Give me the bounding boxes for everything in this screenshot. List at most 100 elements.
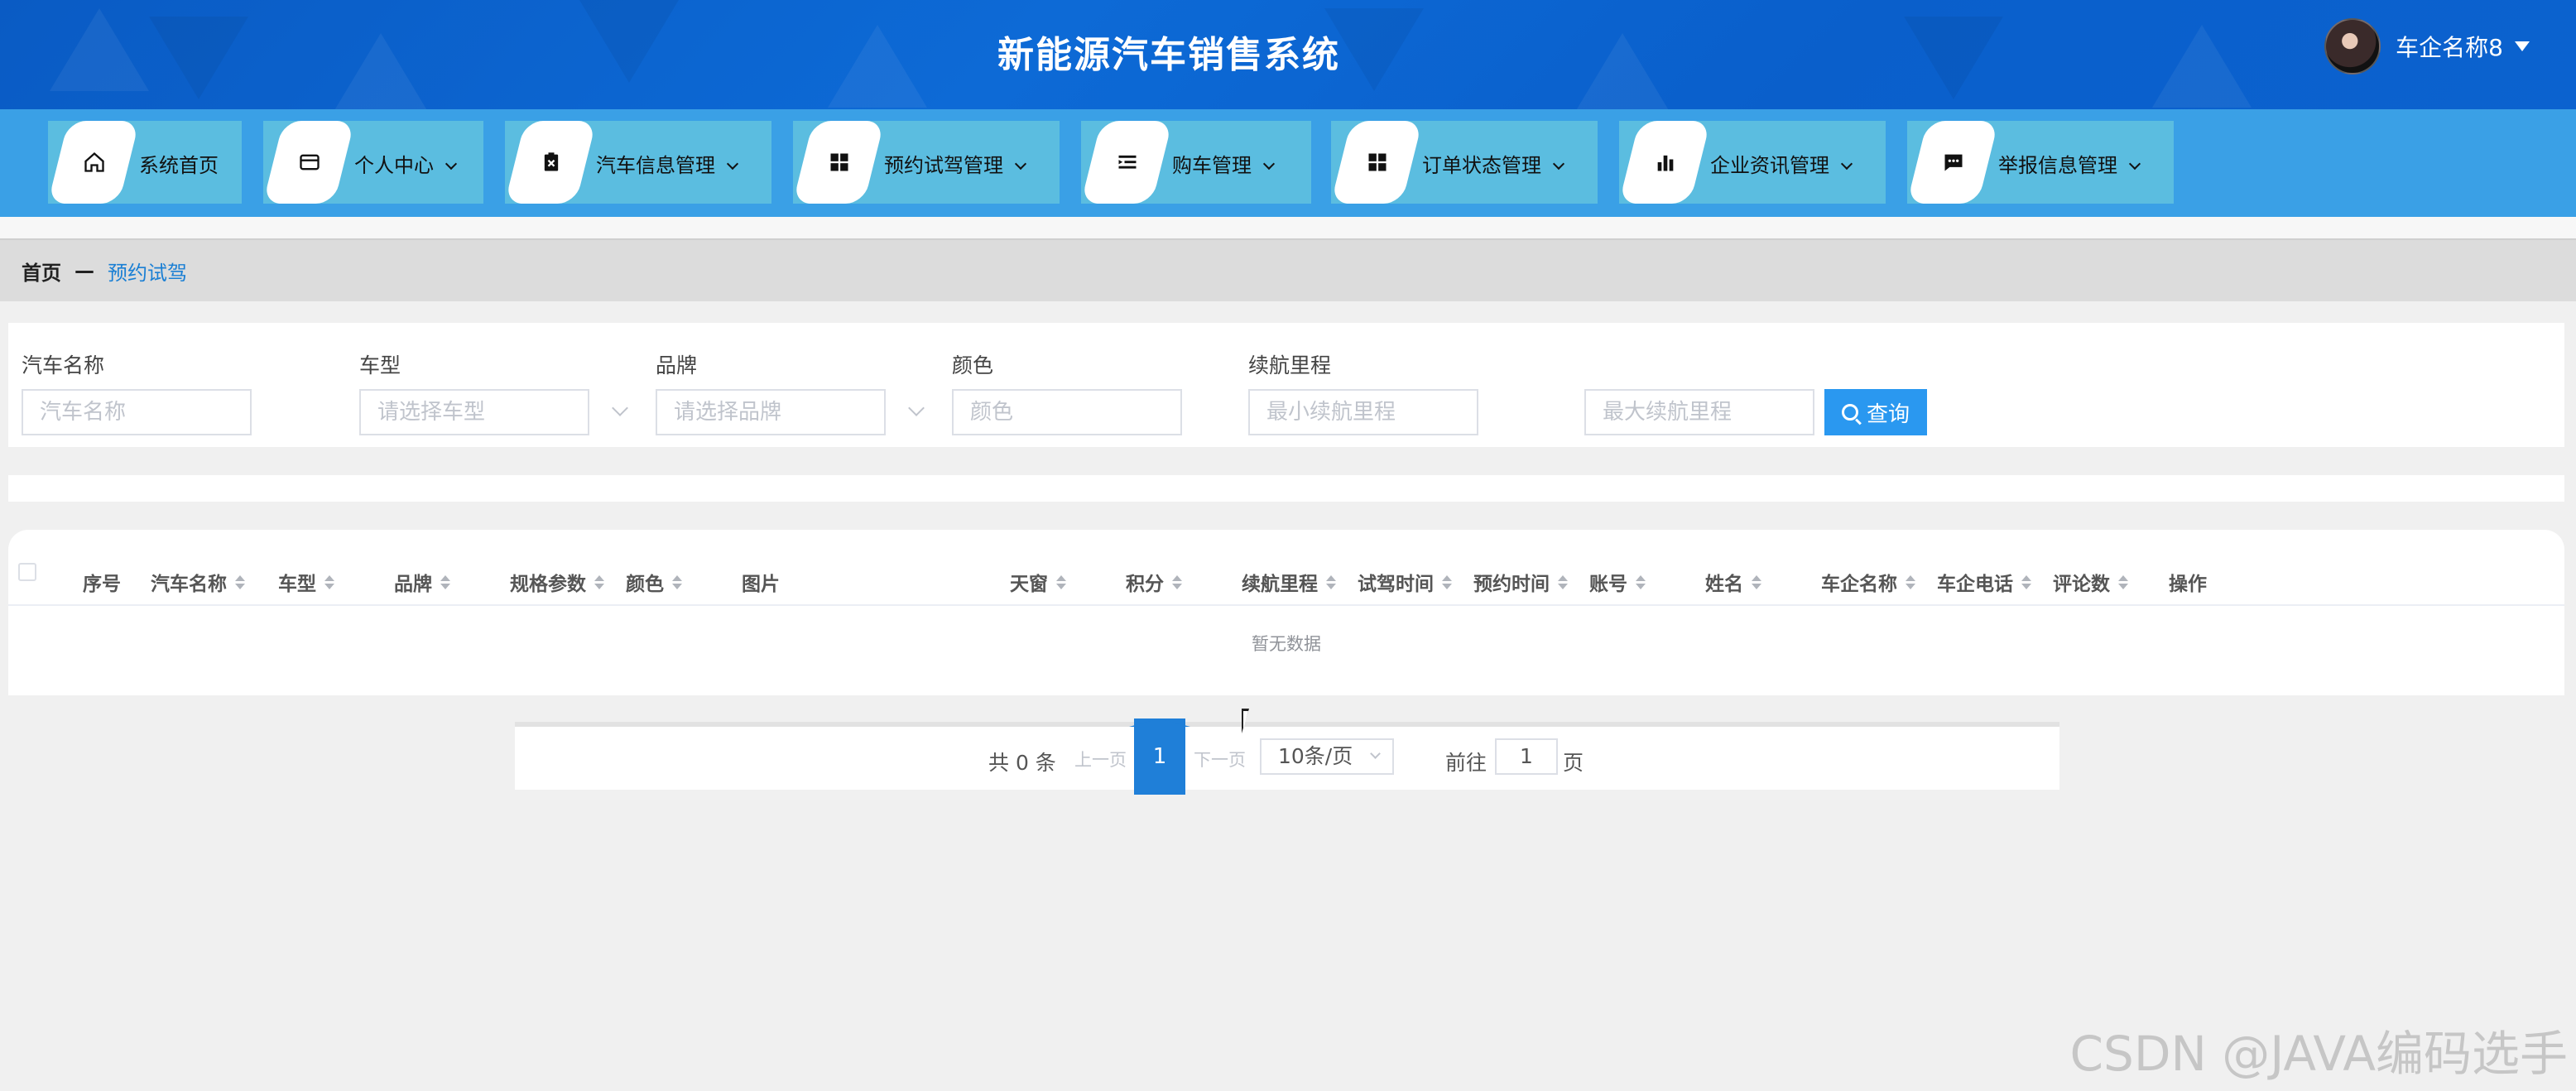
nav-label: 举报信息管理 <box>1998 149 2141 178</box>
nav-item-home[interactable]: 系统首页 <box>48 121 242 204</box>
sort-icon[interactable] <box>235 574 245 589</box>
sort-icon[interactable] <box>1558 574 1568 589</box>
user-menu[interactable]: 车企名称8 <box>2324 18 2530 74</box>
nav-item-news[interactable]: 企业资讯管理 <box>1619 121 1886 204</box>
sort-icon[interactable] <box>440 574 450 589</box>
sort-icon[interactable] <box>2118 574 2128 589</box>
breadcrumb-current: 预约试驾 <box>108 261 187 285</box>
car-name-input[interactable]: 汽车名称 <box>22 389 252 435</box>
field-label: 汽车名称 <box>22 353 105 377</box>
query-label: 查询 <box>1866 401 1910 427</box>
wallet-icon <box>296 149 323 175</box>
sort-icon[interactable] <box>672 574 682 589</box>
column-header[interactable]: 品牌 <box>394 568 450 596</box>
user-name[interactable]: 车企名称8 <box>2396 30 2503 63</box>
column-header[interactable]: 续航里程 <box>1242 568 1336 596</box>
goto-label: 前往 <box>1445 751 1487 775</box>
page-number-current[interactable]: 1 <box>1129 719 1190 795</box>
field-label: 颜色 <box>952 353 994 377</box>
sort-icon[interactable] <box>1442 574 1452 589</box>
nav-item-car-info[interactable]: 汽车信息管理 <box>505 121 771 204</box>
page-size-select[interactable]: 10条/页 <box>1260 738 1394 775</box>
column-header[interactable]: 规格参数 <box>510 568 604 596</box>
nav-item-personal[interactable]: 个人中心 <box>263 121 483 204</box>
watermark: CSDN @JAVA编码选手 <box>2069 1026 2569 1082</box>
field-label: 品牌 <box>656 353 698 377</box>
clipboard-x-icon <box>538 149 565 175</box>
sort-icon[interactable] <box>2021 574 2031 589</box>
sort-icon[interactable] <box>324 574 334 589</box>
car-type-select[interactable]: 请选择车型 <box>359 389 589 435</box>
action-toolbar <box>8 475 2564 502</box>
app-header: 新能源汽车销售系统 车企名称8 <box>0 0 2576 109</box>
chevron-down-icon <box>726 157 739 171</box>
sort-icon[interactable] <box>1172 574 1182 589</box>
mouse-cursor-icon <box>1242 709 1257 733</box>
chevron-down-icon <box>1262 157 1276 171</box>
range-max-input[interactable]: 最大续航里程 <box>1584 389 1814 435</box>
column-header[interactable]: 姓名 <box>1705 568 1761 596</box>
caret-down-icon[interactable] <box>2515 41 2530 51</box>
sort-icon[interactable] <box>1906 574 1915 589</box>
page-suffix: 页 <box>1563 751 1584 775</box>
sort-icon[interactable] <box>1326 574 1336 589</box>
main-nav: 系统首页 个人中心 汽车信息管理 预约试驾管理 购车管理 订单状态管理 企业资讯… <box>0 109 2576 217</box>
column-header[interactable]: 车型 <box>278 568 334 596</box>
column-header[interactable]: 积分 <box>1126 568 1182 596</box>
next-page-button[interactable]: 下一页 <box>1194 747 1246 771</box>
brand-select[interactable]: 请选择品牌 <box>656 389 886 435</box>
avatar[interactable] <box>2324 18 2381 74</box>
data-table: 序号 汽车名称 车型 品牌 规格参数 颜色 图片 天窗 积分 续航里程 试驾时间… <box>8 530 2564 695</box>
nav-label: 汽车信息管理 <box>596 149 739 178</box>
sort-icon[interactable] <box>1636 574 1646 589</box>
column-header[interactable]: 车企名称 <box>1821 568 1915 596</box>
nav-divider <box>0 217 2576 238</box>
search-panel: 汽车名称 汽车名称 车型 请选择车型 品牌 请选择品牌 颜色 颜色 续航里程 最… <box>8 323 2564 447</box>
nav-item-order-status[interactable]: 订单状态管理 <box>1331 121 1598 204</box>
column-header: 图片 <box>742 574 780 595</box>
column-header[interactable]: 颜色 <box>626 568 682 596</box>
nav-label: 系统首页 <box>139 154 219 177</box>
chevron-down-icon <box>1840 157 1853 171</box>
nav-item-test-drive[interactable]: 预约试驾管理 <box>793 121 1060 204</box>
column-header[interactable]: 评论数 <box>2053 568 2128 596</box>
sort-icon[interactable] <box>1056 574 1066 589</box>
prev-page-button[interactable]: 上一页 <box>1074 747 1127 771</box>
empty-state: 暂无数据 <box>1252 634 1321 654</box>
chevron-down-icon[interactable] <box>612 400 628 416</box>
chevron-down-icon <box>1370 748 1381 759</box>
goto-page-input[interactable]: 1 <box>1495 738 1558 775</box>
table-header: 序号 汽车名称 车型 品牌 规格参数 颜色 图片 天窗 积分 续航里程 试驾时间… <box>8 560 2564 606</box>
field-label: 续航里程 <box>1248 353 1332 377</box>
sort-icon[interactable] <box>1752 574 1761 589</box>
column-header: 序号 <box>83 574 121 595</box>
nav-item-purchase[interactable]: 购车管理 <box>1081 121 1311 204</box>
bar-chart-icon <box>1652 149 1679 175</box>
chevron-down-icon <box>1014 157 1027 171</box>
chevron-down-icon[interactable] <box>908 400 925 416</box>
sort-icon[interactable] <box>594 574 604 589</box>
pagination: 共 0 条 上一页 1 下一页 10条/页 前往 1 页 <box>515 719 2059 795</box>
nav-label: 购车管理 <box>1172 149 1276 178</box>
column-header[interactable]: 账号 <box>1589 568 1646 596</box>
chevron-down-icon <box>1552 157 1565 171</box>
nav-label: 个人中心 <box>354 149 458 178</box>
range-min-input[interactable]: 最小续航里程 <box>1248 389 1478 435</box>
column-header[interactable]: 汽车名称 <box>151 568 245 596</box>
color-input[interactable]: 颜色 <box>952 389 1182 435</box>
breadcrumb-home[interactable]: 首页 <box>22 257 61 286</box>
chevron-down-icon <box>2128 157 2141 171</box>
field-label: 车型 <box>359 353 401 377</box>
list-indent-icon <box>1114 149 1141 175</box>
column-header[interactable]: 试驾时间 <box>1358 568 1452 596</box>
query-button[interactable]: 查询 <box>1824 389 1927 435</box>
search-icon <box>1841 404 1858 421</box>
app-title: 新能源汽车销售系统 <box>997 34 1340 76</box>
nav-label: 订单状态管理 <box>1422 149 1565 178</box>
breadcrumb: 首页 — 预约试驾 <box>0 238 2576 301</box>
chevron-down-icon <box>445 157 458 171</box>
column-header[interactable]: 天窗 <box>1010 568 1066 596</box>
nav-item-report[interactable]: 举报信息管理 <box>1907 121 2174 204</box>
column-header[interactable]: 车企电话 <box>1937 568 2031 596</box>
column-header[interactable]: 预约时间 <box>1473 568 1568 596</box>
